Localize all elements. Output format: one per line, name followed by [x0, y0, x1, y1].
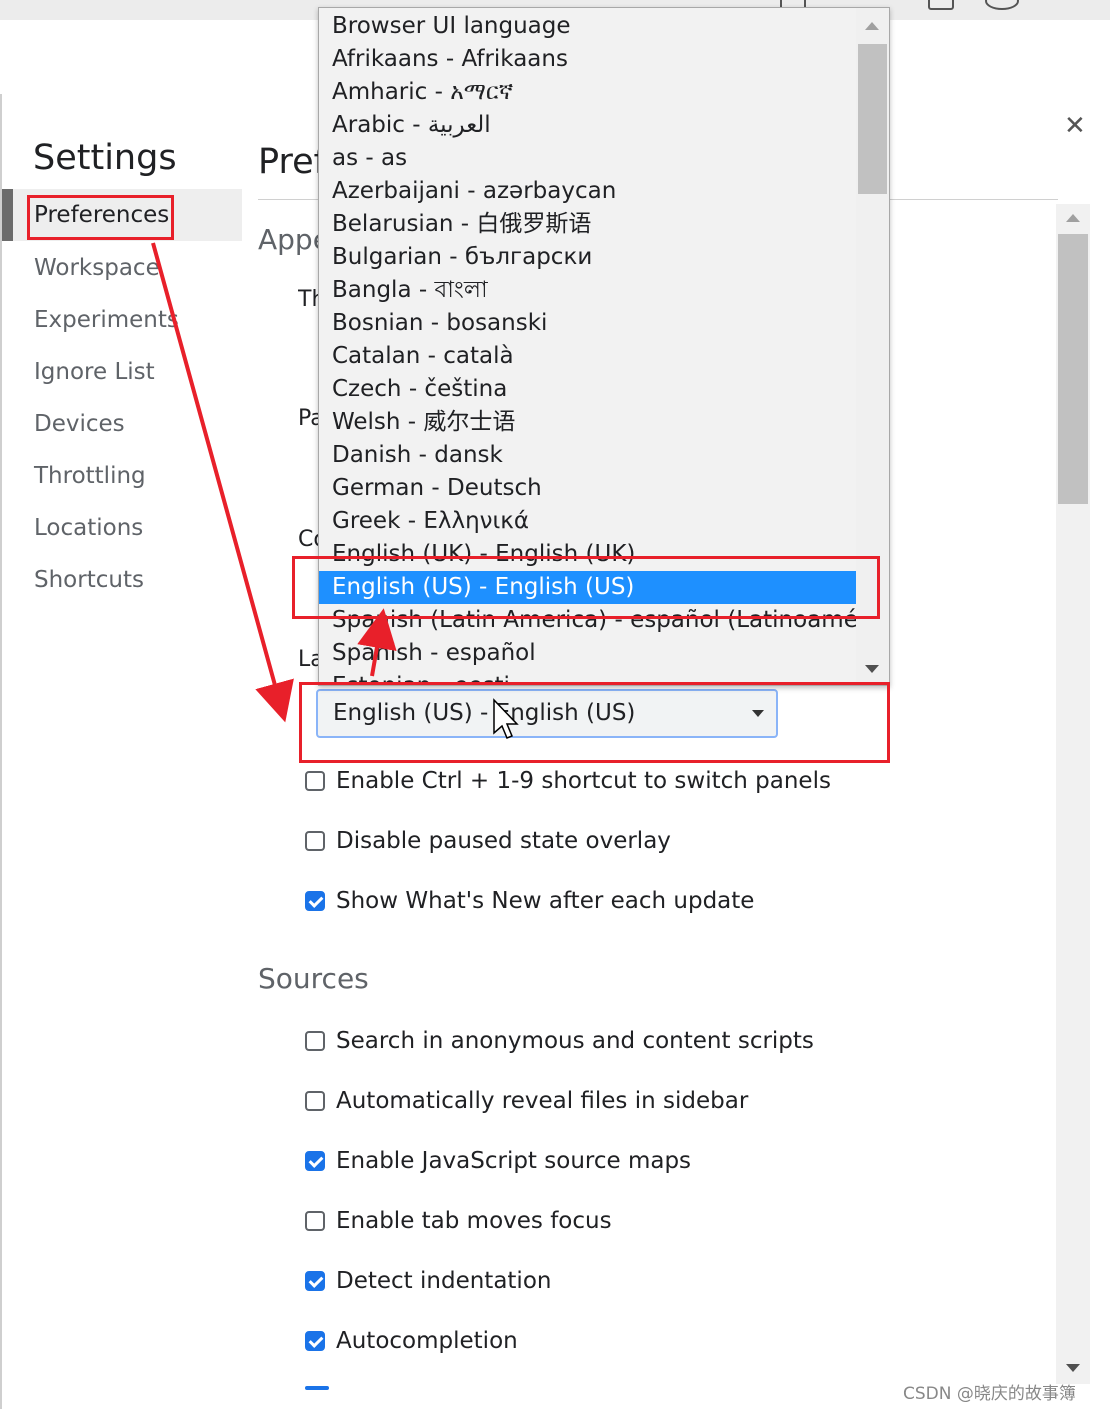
dropdown-option[interactable]: Bosnian - bosanski: [319, 307, 856, 340]
scroll-down-icon[interactable]: [1066, 1364, 1080, 1372]
scrollbar-thumb[interactable]: [858, 44, 887, 194]
annotation-box-preferences: [27, 195, 174, 240]
dropdown-option[interactable]: Spanish - español: [319, 637, 856, 670]
checkbox-label: Disable paused state overlay: [336, 828, 671, 854]
checkbox-option[interactable]: Automatically reveal files in sidebar: [305, 1087, 748, 1115]
checkbox[interactable]: [305, 1091, 325, 1111]
checkbox-option[interactable]: Enable Ctrl + 1-9 shortcut to switch pan…: [305, 767, 831, 795]
scrollbar-thumb[interactable]: [1058, 234, 1088, 504]
dropdown-option[interactable]: Azerbaijani - azərbaycan: [319, 175, 856, 208]
checkbox-option[interactable]: Disable paused state overlay: [305, 827, 671, 855]
checkbox-option[interactable]: Detect indentation: [305, 1267, 551, 1295]
dropdown-option[interactable]: Czech - čeština: [319, 373, 856, 406]
annotation-box-selected-language: [292, 556, 880, 619]
setting-label-color-format: Co: [298, 527, 320, 552]
dropdown-option[interactable]: German - Deutsch: [319, 472, 856, 505]
checkbox-option[interactable]: Autocompletion: [305, 1327, 518, 1355]
sidebar-item-locations[interactable]: Locations: [34, 515, 143, 541]
dropdown-option[interactable]: Welsh - 威尔士语: [319, 406, 856, 439]
scroll-down-icon[interactable]: [865, 665, 879, 673]
scroll-up-icon[interactable]: [1066, 214, 1080, 222]
section-heading-appearance: Appearance: [258, 223, 320, 256]
dropdown-option[interactable]: Arabic - العربية: [319, 109, 856, 142]
dropdown-option[interactable]: Catalan - català: [319, 340, 856, 373]
setting-label-language: La: [298, 647, 320, 672]
page-title: Preferences: [258, 142, 318, 182]
checkbox[interactable]: [305, 1151, 325, 1171]
sidebar-item-devices[interactable]: Devices: [34, 411, 125, 437]
profile-icon[interactable]: [985, 0, 1019, 10]
checkbox[interactable]: [305, 831, 325, 851]
scroll-up-icon[interactable]: [865, 22, 879, 30]
checkbox[interactable]: [305, 1331, 325, 1351]
close-icon[interactable]: ✕: [1064, 112, 1086, 140]
checkbox-label: Enable JavaScript source maps: [336, 1148, 692, 1174]
checkbox[interactable]: [305, 1211, 325, 1231]
setting-label-panel-layout: Pa: [298, 406, 320, 431]
checkbox-option[interactable]: Enable tab moves focus: [305, 1207, 612, 1235]
checkbox[interactable]: [305, 1031, 325, 1051]
sidebar-item-workspace[interactable]: Workspace: [34, 255, 160, 281]
checkbox-option[interactable]: Search in anonymous and content scripts: [305, 1027, 814, 1055]
checkbox-option[interactable]: Enable JavaScript source maps: [305, 1147, 691, 1175]
dropdown-option[interactable]: Danish - dansk: [319, 439, 856, 472]
nav-active-indicator: [2, 189, 13, 241]
dropdown-option[interactable]: Afrikaans - Afrikaans: [319, 43, 856, 76]
sidebar-item-ignore-list[interactable]: Ignore List: [34, 359, 155, 385]
checkbox-label: Autocompletion: [336, 1328, 518, 1354]
checkbox-partial[interactable]: [305, 1386, 329, 1390]
dropdown-option[interactable]: Amharic - አማርኛ: [319, 76, 856, 109]
checkbox-label: Detect indentation: [336, 1268, 552, 1294]
sidebar-item-shortcuts[interactable]: Shortcuts: [34, 567, 144, 593]
dropdown-option[interactable]: Browser UI language: [319, 10, 856, 43]
dropdown-option[interactable]: Belarusian - 白俄罗斯语: [319, 208, 856, 241]
toolbar-icon[interactable]: [928, 0, 954, 10]
checkbox[interactable]: [305, 1271, 325, 1291]
checkbox-label: Enable tab moves focus: [336, 1208, 612, 1234]
annotation-box-language-select: [299, 682, 890, 763]
settings-title: Settings: [33, 138, 177, 178]
settings-scrollbar[interactable]: [1056, 204, 1090, 1384]
sidebar-item-experiments[interactable]: Experiments: [34, 307, 179, 333]
sidebar-item-throttling[interactable]: Throttling: [34, 463, 146, 489]
dropdown-option[interactable]: Bangla - বাংলা: [319, 274, 856, 307]
setting-label-theme: Th: [298, 287, 320, 312]
dropdown-option[interactable]: Greek - Ελληνικά: [319, 505, 856, 538]
watermark: CSDN @晓庆的故事簿: [903, 1384, 1076, 1404]
checkbox-label: Search in anonymous and content scripts: [336, 1028, 814, 1054]
dropdown-option[interactable]: as - as: [319, 142, 856, 175]
checkbox-label: Show What's New after each update: [336, 888, 755, 914]
section-heading-sources: Sources: [258, 962, 369, 995]
checkbox-label: Automatically reveal files in sidebar: [336, 1088, 749, 1114]
checkbox-option[interactable]: Show What's New after each update: [305, 887, 754, 915]
checkbox-label: Enable Ctrl + 1-9 shortcut to switch pan…: [336, 768, 831, 794]
dropdown-option[interactable]: Bulgarian - български: [319, 241, 856, 274]
checkbox[interactable]: [305, 891, 325, 911]
checkbox[interactable]: [305, 771, 325, 791]
